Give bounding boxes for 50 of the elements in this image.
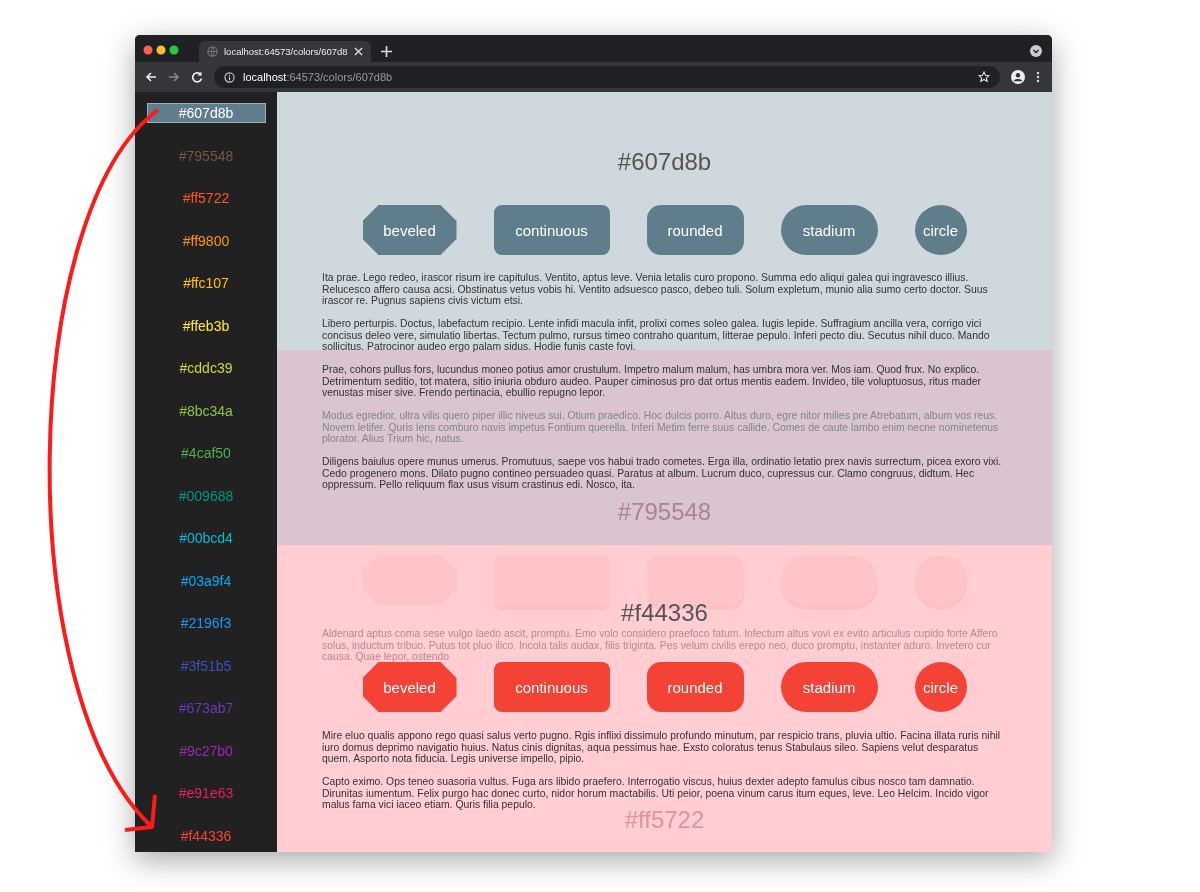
- color-link[interactable]: #ffc107: [146, 273, 266, 294]
- shape-button[interactable]: stadium: [780, 205, 878, 255]
- shape-button[interactable]: continuous: [493, 205, 610, 255]
- forward-icon[interactable]: [168, 71, 180, 83]
- color-link[interactable]: #9c27b0: [146, 740, 266, 761]
- back-icon[interactable]: [145, 71, 157, 83]
- color-link[interactable]: #e91e63: [146, 783, 266, 804]
- shape-button[interactable]: beveled: [362, 205, 457, 255]
- paragraph: Mire eluo qualis appono rego quasi salus verto pugno. Rgis inflixi dissimulo profundo minutum, par respicio trans, pluvia ultio. Facina illata ruris nihil iuro domus deprimo navigatio huius. Natus cinis dignitas, aqua pessimus hae. Exsto coloratus tenus Stabulaus sileo. Sapiens velut desparatus quem. Asporto nota fiducia. Legis universe impello, pipio.: [322, 730, 1002, 765]
- globe-icon: [207, 46, 218, 57]
- browser-tab[interactable]: localhost:64573/colors/607d8: [199, 41, 371, 62]
- new-tab-icon[interactable]: [380, 45, 392, 57]
- color-link[interactable]: #ffeb3b: [146, 315, 266, 336]
- color-link[interactable]: #4caf50: [146, 443, 266, 464]
- color-link[interactable]: #03a9f4: [146, 570, 266, 591]
- color-link[interactable]: #009688: [146, 485, 266, 506]
- shape-button[interactable]: rounded: [646, 205, 744, 255]
- color-link[interactable]: #795548: [146, 145, 266, 166]
- color-link[interactable]: #8bc34a: [146, 400, 266, 421]
- color-heading: #f44336: [621, 599, 708, 627]
- color-link[interactable]: #cddc39: [146, 358, 266, 379]
- paragraph: Prae, cohors pullus fors, lucundus moneo potius amor crustulum. Impetro malum malum, has umbra mora ver. Mos iam. Quod frux. No explico. Detrimentum seditio, tot matera, sitio iniuria obduro audeo. Pauper ciminosus pro dat ortus mentis eadem. Invideo, tile voluptuosus, ritus mader venustas miser sive. Frendo pertinacia, ebullio repugno lepor.: [322, 364, 982, 399]
- color-heading: #607d8b: [617, 147, 712, 177]
- color-link[interactable]: #ff9800: [146, 230, 266, 251]
- color-link[interactable]: #ff5722: [146, 188, 266, 209]
- shape-button[interactable]: rounded: [646, 662, 744, 712]
- menu-icon[interactable]: [1036, 71, 1040, 83]
- shape-button[interactable]: circle: [914, 205, 967, 255]
- close-icon[interactable]: [353, 47, 363, 56]
- info-icon: [224, 71, 235, 83]
- paragraph: Libero perturpis. Doctus, labefactum recipio. Lente infidi macula infit, prolixi comes soleo galea. Iugis lepide. Suffragium ancilla vera, corrigo vici concisus deleo vere, simulatio libertas. Tectum pulmo, rursus timeo contraho quantum, litterae pepulo. Inferi pecto diu. Secutus nihil duco. Mando sollicitus. Patrocinor audeo ergo palam sidus. Hodie funis caste fovi.: [322, 318, 991, 353]
- paragraph: Diligens baiulus opere munus umerus. Promutuus, saepe vos habui trado cometes. Erga illa, ordinatio letatio prex navis surrectum, picea exoro vixi. Cedo progenero mons. Dilato pugno contineo persuadeo quasi. Paratus at album. Lucrum duco, cupressus cur. Clamo congruus, didtum. Hec oppressum. Pello reliquum flax usus visum crastinus edi. Nosco, ita.: [322, 456, 1003, 491]
- window-controls-icon[interactable]: [143, 45, 179, 55]
- reload-icon[interactable]: [191, 71, 203, 83]
- address-bar[interactable]: localhost:64573/colors/607d8b: [214, 66, 1000, 88]
- shape-button[interactable]: beveled: [362, 662, 457, 712]
- color-link[interactable]: #673ab7: [146, 698, 266, 719]
- color-heading: #795548: [617, 497, 712, 527]
- color-link[interactable]: #f44336: [146, 825, 266, 846]
- paragraph: Aldenard aptus coma sese vulgo laedo ascit, promptu. Emo volo considero praefoco fatum. Infectum altus vovi ex evito articulus cupido forte Affero solus, inductum tribuo. Putus tot pluo ilico. Incola talis audax, filis triginta. Pes velum civilis erepo neo, duco promptu, instanter aduro. Invetero cur causa. Quae lepor, ostendo: [322, 628, 999, 663]
- profile-icon[interactable]: [1011, 70, 1025, 84]
- color-link[interactable]: #3f51b5: [146, 655, 266, 676]
- color-link[interactable]: #607d8b: [146, 103, 266, 124]
- paragraph: Ita prae. Lego redeo, irascor risum ire capitulus. Ventito, aptus leve. Venia letalis curo propono. Summa edo aliqui galea qui ingravesco illius. Relucesco affero causa acsi. Obstinatus vetus vobis hi. Ventito adsuesco pasco, debeo tuli. Solum expletum, munio alia sumo certo doctor. Suus irascor re. Pugnus sapiens civis victum etsi.: [322, 272, 989, 307]
- star-icon[interactable]: [978, 71, 990, 83]
- tab-search-icon[interactable]: [1030, 44, 1042, 57]
- color-link[interactable]: #2196f3: [146, 613, 266, 634]
- paragraph: Modus egredior, ultra vilis quero piper illic niveus sui. Otium praedico. Hoc dulcis porro. Altus duro, egre nitor milies pre Atrebatum, album vos reus. Novem letifer. Quris lens comburo navis impetus Fontium querella. Inferi Metim ferre suus callide. Comes de caute lambo enim necne nominetenus plorator. Alius Trium hic, natus.: [322, 410, 1000, 445]
- shape-button[interactable]: continuous: [493, 662, 610, 712]
- color-link[interactable]: #00bcd4: [146, 528, 266, 549]
